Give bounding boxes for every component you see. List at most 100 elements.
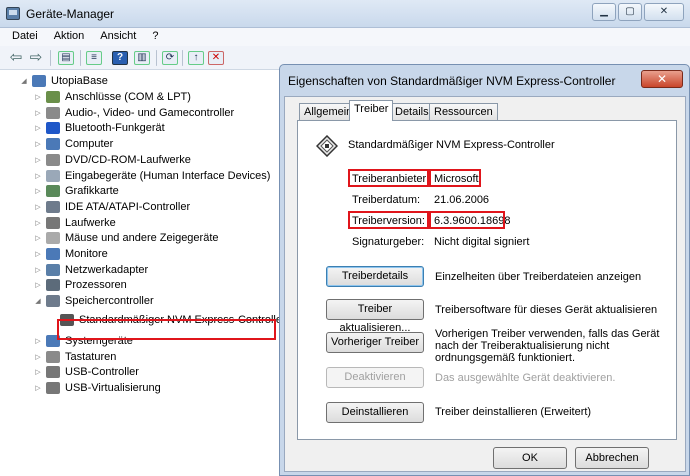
uninstall-icon[interactable]: ✕ xyxy=(208,51,224,65)
provider-label-highlight xyxy=(348,169,429,187)
port-icon xyxy=(46,91,60,103)
cancel-button[interactable]: Abbrechen xyxy=(575,447,649,469)
tree-item-label: Eingabegeräte (Human Interface Devices) xyxy=(65,169,271,182)
title-bar: Geräte-Manager ▁ ▢ ✕ xyxy=(0,0,690,28)
tree-item-label: Monitore xyxy=(65,248,108,260)
expand-arrow-icon[interactable]: ▷ xyxy=(34,250,42,258)
uninstall-driver-button[interactable]: Deinstallieren xyxy=(326,402,424,423)
computer-icon xyxy=(46,138,60,151)
tree-category-row[interactable]: ▷ Grafikkarte xyxy=(34,183,119,199)
tree-category-row[interactable]: ◢ Speichercontroller xyxy=(34,293,154,309)
keyboard-icon xyxy=(46,350,60,363)
mouse-icon xyxy=(46,232,60,245)
tree-category-row[interactable]: ▷ Audio-, Video- und Gamecontroller xyxy=(34,105,234,121)
tree-item-label: Mäuse und andere Zeigegeräte xyxy=(65,232,219,245)
tree-category-row[interactable]: ▷ Tastaturen xyxy=(34,349,116,365)
tree-category-row[interactable]: ▷ Prozessoren xyxy=(34,277,127,293)
expand-arrow-icon[interactable]: ▷ xyxy=(34,368,42,376)
tree-category-row[interactable]: ▷ Mäuse und andere Zeigegeräte xyxy=(34,230,219,246)
tree-item-label: Grafikkarte xyxy=(65,185,119,198)
rollback-driver-desc: Vorherigen Treiber verwenden, falls das … xyxy=(435,328,660,364)
driver-details-button[interactable]: Treiberdetails xyxy=(326,266,424,287)
collapse-arrow-icon[interactable]: ◢ xyxy=(34,297,42,305)
update-driver-button[interactable]: Treiber aktualisieren... xyxy=(326,299,424,334)
driver-details-desc: Einzelheiten über Treiberdateien anzeige… xyxy=(435,271,642,283)
expand-arrow-icon[interactable]: ▷ xyxy=(34,219,42,227)
forward-arrow-icon[interactable]: ⇨ xyxy=(28,50,44,65)
tree-item-label: USB-Virtualisierung xyxy=(65,381,161,394)
maximize-button[interactable]: ▢ xyxy=(618,3,642,21)
expand-arrow-icon[interactable]: ▷ xyxy=(34,384,42,392)
expand-arrow-icon[interactable]: ▷ xyxy=(34,156,42,164)
expand-arrow-icon[interactable]: ▷ xyxy=(34,172,42,180)
menu-help[interactable]: ? xyxy=(144,28,166,42)
tree-item-label: Tastaturen xyxy=(65,350,117,363)
tree-item-label: Netzwerkadapter xyxy=(65,263,149,276)
tree-category-row[interactable]: ▷ USB-Virtualisierung xyxy=(34,380,161,396)
tree-category-row[interactable]: ▷ IDE ATA/ATAPI-Controller xyxy=(34,199,190,215)
ok-button[interactable]: OK xyxy=(493,447,567,469)
menu-ansicht[interactable]: Ansicht xyxy=(92,28,144,42)
expand-arrow-icon[interactable]: ▷ xyxy=(34,337,42,345)
storage-controller-icon xyxy=(46,295,60,308)
storage-controller-icon xyxy=(316,135,338,157)
expand-arrow-icon[interactable]: ▷ xyxy=(34,203,42,211)
minimize-button[interactable]: ▁ xyxy=(592,3,616,21)
speaker-icon xyxy=(46,106,60,119)
toolbar-separator xyxy=(50,50,51,66)
bluetooth-icon xyxy=(46,122,60,135)
tab-details[interactable]: Details xyxy=(390,103,434,120)
computer-icon xyxy=(32,75,46,87)
tree-item-label: Prozessoren xyxy=(65,279,127,292)
tree-root-label: UtopiaBase xyxy=(51,75,108,87)
expand-arrow-icon[interactable]: ▷ xyxy=(34,281,42,289)
tree-category-row[interactable]: ▷ Netzwerkadapter xyxy=(34,262,148,278)
tab-treiber[interactable]: Treiber xyxy=(349,100,394,121)
action-pane-icon[interactable]: ▥ xyxy=(134,51,150,65)
update-driver-icon[interactable]: ↑ xyxy=(188,51,204,65)
tree-item-label: Laufwerke xyxy=(65,216,116,229)
disable-device-button[interactable]: Deaktivieren xyxy=(326,367,424,388)
tree-item-label: Computer xyxy=(65,138,114,151)
expand-arrow-icon[interactable]: ▷ xyxy=(34,187,42,195)
usb-icon xyxy=(46,381,60,394)
help-icon[interactable]: ? xyxy=(112,51,128,65)
version-label-highlight xyxy=(348,211,429,229)
menu-aktion[interactable]: Aktion xyxy=(46,28,93,42)
expand-arrow-icon[interactable]: ▷ xyxy=(34,109,42,117)
tab-ressourcen[interactable]: Ressourcen xyxy=(429,103,498,120)
tree-root[interactable]: ◢ UtopiaBase xyxy=(20,73,108,89)
close-button[interactable]: ✕ xyxy=(644,3,684,21)
tree-category-row[interactable]: ▷ USB-Controller xyxy=(34,364,139,380)
expand-arrow-icon[interactable]: ▷ xyxy=(34,124,42,132)
tree-category-row[interactable]: ▷ DVD/CD-ROM-Laufwerke xyxy=(34,152,191,168)
tree-category-row[interactable]: ▷ Monitore xyxy=(34,246,108,262)
version-value-highlight xyxy=(429,211,505,229)
collapse-arrow-icon[interactable]: ◢ xyxy=(20,77,28,85)
scan-hardware-icon[interactable]: ⟳ xyxy=(162,51,178,65)
menu-bar: Datei Aktion Ansicht? xyxy=(0,28,690,46)
expand-arrow-icon[interactable]: ▷ xyxy=(34,93,42,101)
expand-arrow-icon[interactable]: ▷ xyxy=(34,266,42,274)
properties-icon[interactable]: ≡ xyxy=(86,51,102,65)
selected-device-highlight xyxy=(57,319,276,340)
dialog-close-button[interactable]: ✕ xyxy=(641,70,683,88)
menu-datei[interactable]: Datei xyxy=(0,28,46,42)
tree-category-row[interactable]: ▷ Laufwerke xyxy=(34,215,116,231)
tree-item-label: IDE ATA/ATAPI-Controller xyxy=(65,200,191,213)
back-arrow-icon[interactable]: ⇦ xyxy=(8,50,24,65)
tree-category-row[interactable]: ▷ Eingabegeräte (Human Interface Devices) xyxy=(34,168,270,184)
expand-arrow-icon[interactable]: ▷ xyxy=(34,140,42,148)
tree-category-row[interactable]: ▷ Computer xyxy=(34,136,113,152)
hid-icon xyxy=(46,169,60,182)
expand-arrow-icon[interactable]: ▷ xyxy=(34,353,42,361)
window-title: Geräte-Manager xyxy=(26,7,115,21)
disable-device-desc: Das ausgewählte Gerät deaktivieren. xyxy=(435,372,616,384)
tree-item-label: DVD/CD-ROM-Laufwerke xyxy=(65,153,191,166)
show-hide-tree-icon[interactable]: ▤ xyxy=(58,51,74,65)
tree-category-row[interactable]: ▷ Anschlüsse (COM & LPT) xyxy=(34,89,191,105)
tree-item-label: USB-Controller xyxy=(65,366,139,379)
tree-category-row[interactable]: ▷ Bluetooth-Funkgerät xyxy=(34,120,165,136)
expand-arrow-icon[interactable]: ▷ xyxy=(34,234,42,242)
rollback-driver-button[interactable]: Vorheriger Treiber xyxy=(326,332,424,353)
